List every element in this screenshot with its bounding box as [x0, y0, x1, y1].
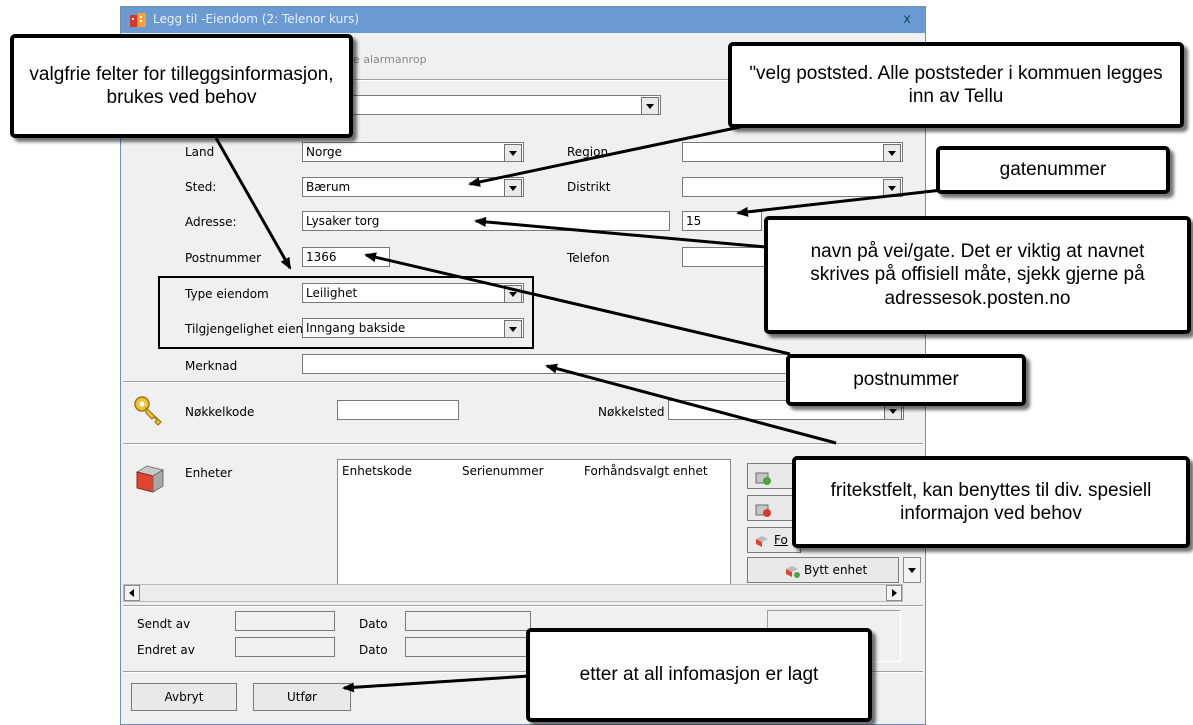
callout-postnummer: postnummer: [786, 354, 1026, 406]
arrow-gatenummer: [736, 188, 943, 217]
callout-poststed: ʺvelg poststed. Alle poststeder i kommue…: [728, 42, 1184, 128]
callout-etter: etter at all infomasjon er lagt: [526, 628, 872, 722]
callout-optional-fields: valgfrie felter for tilleggsinformasjon,…: [10, 34, 353, 138]
arrow-optional: [214, 137, 292, 270]
arrow-utfor: [342, 674, 531, 693]
callout-gate: navn på vei/gate. Det er viktig at navne…: [764, 216, 1191, 334]
arrow-gate: [474, 216, 767, 249]
callout-gatenummer: gatenummer: [936, 146, 1170, 194]
arrow-poststed: [468, 125, 741, 187]
arrow-postnummer: [364, 252, 791, 356]
callout-fritekst: fritekstfelt, kan benyttes til div. spes…: [792, 456, 1190, 548]
